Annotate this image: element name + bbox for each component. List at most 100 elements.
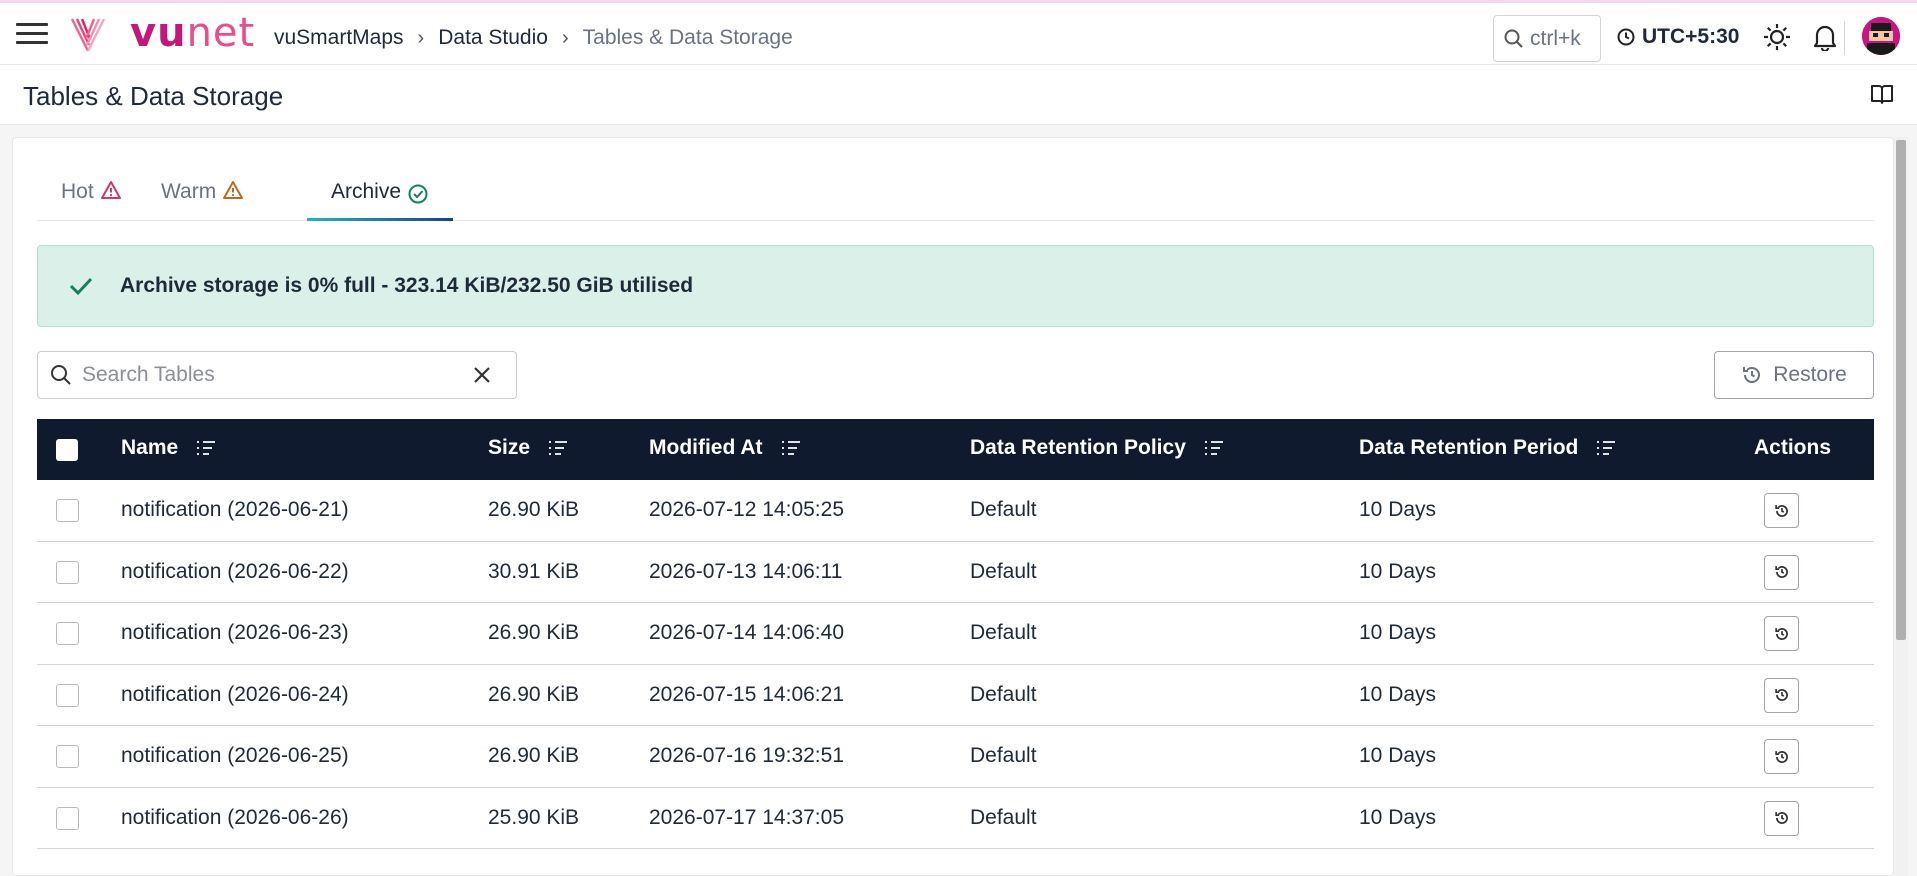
documentation-button[interactable] (1870, 83, 1894, 110)
tab-hot-label: Hot (61, 180, 94, 203)
table-row[interactable]: notification (2026-06-24) 26.90 KiB 2026-0… (37, 664, 1874, 726)
cell-modified-at: 2026-07-12 14:05:25 (649, 498, 844, 521)
notifications-button[interactable] (1810, 22, 1840, 52)
row-checkbox[interactable] (56, 560, 79, 584)
column-size-label: Size (488, 436, 531, 459)
row-restore-button[interactable] (1764, 800, 1799, 836)
theme-toggle-button[interactable] (1762, 22, 1792, 52)
clear-icon[interactable] (472, 365, 492, 385)
table-header: Name Size Modified At Data Retention Pol… (37, 419, 1874, 480)
cell-retention-policy: Default (970, 805, 1037, 829)
column-header-retention-policy: Data Retention Policy (970, 436, 1224, 460)
scrollbar-thumb[interactable] (1896, 140, 1906, 640)
table-row[interactable]: notification (2026-06-25) 26.90 KiB 2026-0… (37, 726, 1874, 788)
search-tables-input[interactable] (82, 363, 472, 387)
tables-table: Name Size Modified At Data Retention Pol… (37, 419, 1874, 849)
sort-icon[interactable] (1596, 439, 1616, 457)
breadcrumb: vuSmartMaps › Data Studio › Tables & Dat… (274, 25, 793, 51)
tab-hot[interactable]: Hot (37, 178, 146, 221)
page-header: Tables & Data Storage (0, 65, 1917, 125)
cell-name: notification (2026-06-24) (121, 682, 349, 706)
avatar[interactable] (1862, 17, 1900, 55)
cell-modified-at: 2026-07-15 14:06:21 (649, 682, 844, 706)
cell-retention-period: 10 Days (1359, 559, 1437, 583)
restore-icon (1774, 750, 1788, 763)
chevron-right-icon: › (417, 27, 425, 49)
bell-icon (1813, 25, 1837, 51)
tab-warm[interactable]: Warm (137, 178, 268, 221)
row-checkbox[interactable] (56, 499, 79, 522)
sort-icon[interactable] (781, 439, 801, 457)
column-policy-label: Data Retention Policy (970, 436, 1186, 459)
sort-icon[interactable] (196, 439, 216, 457)
tab-archive-label: Archive (331, 180, 402, 203)
cell-modified-at: 2026-07-17 14:37:05 (649, 805, 844, 829)
search-shortcut-label: ctrl+k (1530, 26, 1581, 50)
cell-size: 26.90 KiB (488, 682, 580, 706)
cell-modified-at: 2026-07-16 19:32:51 (649, 744, 844, 767)
table-row[interactable]: notification (2026-06-26) 25.90 KiB 2026-0… (37, 787, 1874, 849)
row-checkbox[interactable] (56, 622, 79, 645)
cell-size: 26.90 KiB (488, 498, 580, 521)
cell-name: notification (2026-06-23) (121, 621, 349, 644)
book-icon (1871, 85, 1893, 104)
clock-icon (1617, 28, 1635, 46)
column-header-name: Name (121, 436, 216, 460)
tab-archive[interactable]: Archive (307, 178, 454, 221)
column-header-actions: Actions (1754, 436, 1831, 460)
column-actions-label: Actions (1754, 436, 1832, 459)
hamburger-menu-icon[interactable] (16, 23, 48, 49)
table-row[interactable]: notification (2026-06-23) 26.90 KiB 2026-0… (37, 603, 1874, 665)
breadcrumb-vusmartmaps[interactable]: vuSmartMaps (274, 25, 404, 51)
cell-size: 25.90 KiB (488, 805, 580, 829)
column-header-modified-at: Modified At (649, 436, 801, 460)
search-icon (1504, 29, 1523, 48)
top-bar: vunet vuSmartMaps › Data Studio › Tables… (0, 0, 1917, 65)
row-restore-button[interactable] (1764, 677, 1799, 713)
breadcrumb-current: Tables & Data Storage (582, 26, 793, 49)
cell-size: 26.90 KiB (488, 621, 580, 644)
cell-retention-period: 10 Days (1359, 744, 1437, 767)
global-search-button[interactable]: ctrl+k (1493, 15, 1601, 62)
cell-name: notification (2026-06-25) (121, 744, 349, 767)
sort-icon[interactable] (1204, 439, 1224, 457)
row-restore-button[interactable] (1764, 554, 1799, 590)
column-header-size: Size (488, 436, 568, 460)
row-checkbox[interactable] (56, 683, 79, 707)
restore-icon (1774, 566, 1788, 578)
check-icon (69, 277, 93, 296)
table-row[interactable]: notification (2026-06-22) 30.91 KiB 2026-0… (37, 541, 1874, 603)
restore-icon (1774, 627, 1788, 640)
row-restore-button[interactable] (1764, 493, 1799, 528)
column-header-retention-period: Data Retention Period (1359, 436, 1616, 460)
row-restore-button[interactable] (1764, 739, 1799, 774)
column-period-label: Data Retention Period (1359, 436, 1579, 459)
row-restore-button[interactable] (1764, 616, 1799, 651)
sort-icon[interactable] (548, 439, 568, 457)
cell-size: 30.91 KiB (488, 559, 580, 583)
breadcrumb-data-studio[interactable]: Data Studio (438, 25, 548, 51)
search-tables-box (37, 351, 517, 399)
cell-retention-period: 10 Days (1359, 682, 1437, 706)
restore-icon (1743, 367, 1761, 383)
restore-button[interactable]: Restore (1714, 351, 1874, 399)
cell-retention-policy: Default (970, 744, 1037, 767)
row-checkbox[interactable] (56, 745, 79, 768)
restore-label: Restore (1773, 363, 1847, 386)
cell-retention-period: 10 Days (1359, 498, 1437, 521)
topbar-divider (1844, 21, 1845, 55)
table-row[interactable]: notification (2026-06-21) 26.90 KiB 2026-0… (37, 480, 1874, 542)
storage-card: Hot Warm Archive Archive storage is 0% f… (12, 137, 1894, 876)
select-all-checkbox[interactable] (56, 439, 78, 461)
column-modified-label: Modified At (649, 436, 763, 459)
vunet-logo-icon (70, 18, 106, 52)
cell-name: notification (2026-06-21) (121, 498, 349, 521)
cell-name: notification (2026-06-26) (121, 805, 349, 829)
storage-tabs: Hot Warm Archive (37, 138, 1874, 221)
user-avatar-icon (1862, 17, 1900, 55)
restore-icon (1774, 689, 1788, 701)
timezone-label: UTC+5:30 (1642, 25, 1740, 48)
cell-retention-policy: Default (970, 498, 1037, 521)
row-checkbox[interactable] (56, 806, 79, 830)
timezone-selector[interactable]: UTC+5:30 (1617, 25, 1739, 49)
